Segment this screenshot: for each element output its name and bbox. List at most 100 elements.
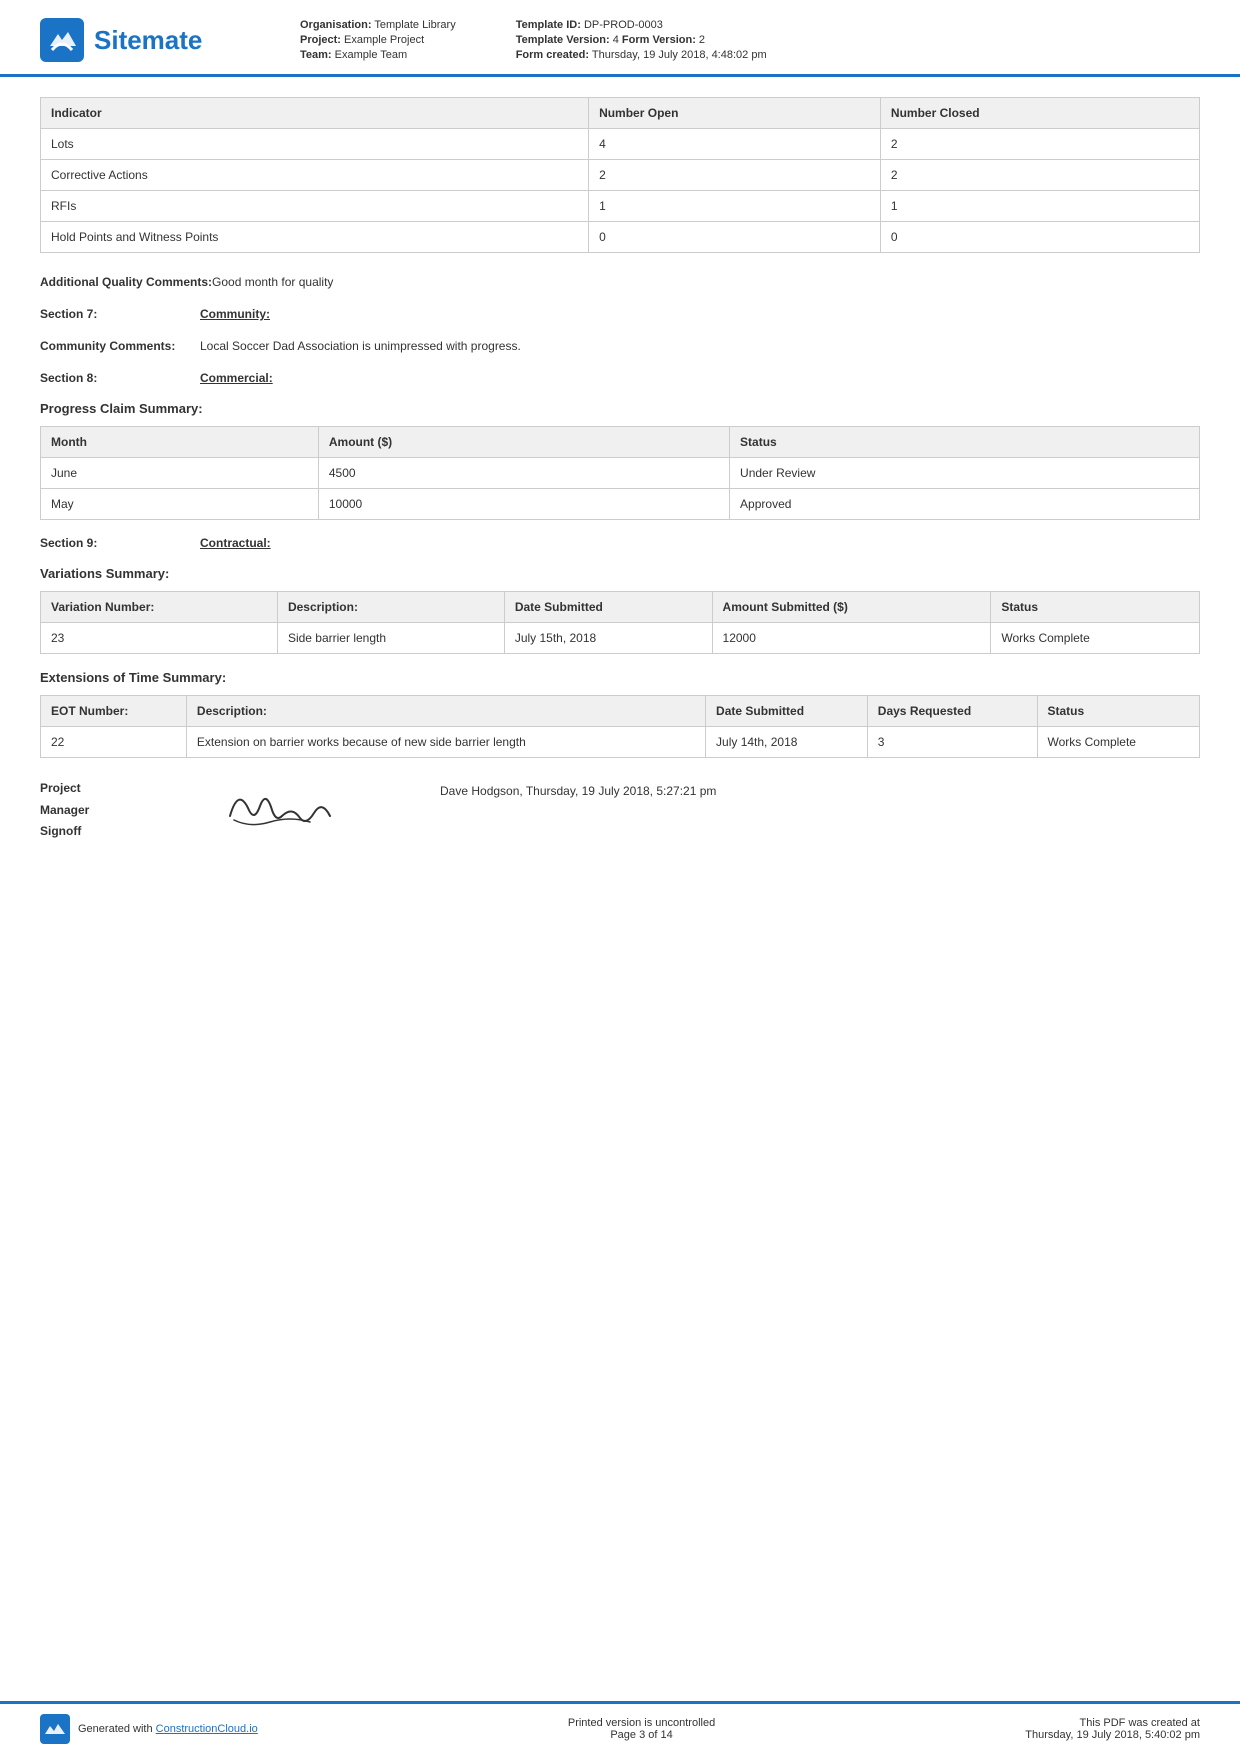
var-number-cell: 23 — [41, 623, 278, 654]
open-cell: 1 — [589, 191, 881, 222]
table-row: 22 Extension on barrier works because of… — [41, 727, 1200, 758]
open-cell: 2 — [589, 160, 881, 191]
closed-cell: 0 — [880, 222, 1199, 253]
sitemate-logo-icon — [40, 18, 84, 62]
footer-page-number: Page 3 of 14 — [568, 1729, 715, 1741]
variations-table: Variation Number: Description: Date Subm… — [40, 591, 1200, 654]
table-row: 23 Side barrier length July 15th, 2018 1… — [41, 623, 1200, 654]
col-number-open: Number Open — [589, 98, 881, 129]
main-content: Indicator Number Open Number Closed Lots… — [0, 77, 1240, 923]
eot-status-cell: Works Complete — [1037, 727, 1200, 758]
footer-generated-text: Generated with ConstructionCloud.io — [78, 1723, 258, 1735]
footer-logo: Generated with ConstructionCloud.io — [40, 1714, 258, 1744]
eot-table: EOT Number: Description: Date Submitted … — [40, 695, 1200, 758]
logo-text: Sitemate — [94, 25, 202, 56]
signoff-meta: Dave Hodgson, Thursday, 19 July 2018, 5:… — [440, 778, 716, 798]
status-cell: Approved — [730, 489, 1200, 520]
signature-svg — [220, 778, 340, 833]
col-number-closed: Number Closed — [880, 98, 1199, 129]
page-header: Sitemate Organisation: Template Library … — [0, 0, 1240, 77]
var-date-cell: July 15th, 2018 — [504, 623, 712, 654]
logo-area: Sitemate — [40, 18, 300, 62]
eot-title: Extensions of Time Summary: — [40, 670, 1200, 685]
open-cell: 4 — [589, 129, 881, 160]
section8-title: Commercial: — [200, 371, 273, 385]
section9-label: Section 9: — [40, 536, 200, 550]
var-desc-cell: Side barrier length — [277, 623, 504, 654]
table-row: June 4500 Under Review — [41, 458, 1200, 489]
pc-col-month: Month — [41, 427, 319, 458]
footer-uncontrolled: Printed version is uncontrolled — [568, 1717, 715, 1729]
var-status-cell: Works Complete — [991, 623, 1200, 654]
header-meta-left: Organisation: Template Library Project: … — [300, 19, 456, 61]
indicator-cell: Lots — [41, 129, 589, 160]
status-cell: Under Review — [730, 458, 1200, 489]
table-row: Hold Points and Witness Points 0 0 — [41, 222, 1200, 253]
var-col-number: Variation Number: — [41, 592, 278, 623]
eot-desc-cell: Extension on barrier works because of ne… — [186, 727, 705, 758]
var-col-description: Description: — [277, 592, 504, 623]
open-cell: 0 — [589, 222, 881, 253]
footer-logo-icon — [40, 1714, 70, 1744]
month-cell: June — [41, 458, 319, 489]
closed-cell: 1 — [880, 191, 1199, 222]
community-comments-row: Community Comments: Local Soccer Dad Ass… — [40, 337, 1200, 355]
section9-heading: Section 9: Contractual: — [40, 536, 1200, 550]
footer-pdf-date: Thursday, 19 July 2018, 5:40:02 pm — [1025, 1729, 1200, 1741]
month-cell: May — [41, 489, 319, 520]
form-created-field: Form created: Thursday, 19 July 2018, 4:… — [516, 49, 767, 61]
additional-quality-value: Good month for quality — [212, 273, 333, 291]
eot-col-status: Status — [1037, 696, 1200, 727]
table-row: May 10000 Approved — [41, 489, 1200, 520]
indicator-cell: RFIs — [41, 191, 589, 222]
footer-pdf-label: This PDF was created at — [1025, 1717, 1200, 1729]
var-col-amount: Amount Submitted ($) — [712, 592, 991, 623]
eot-days-cell: 3 — [867, 727, 1037, 758]
template-version-field: Template Version: 4 Form Version: 2 — [516, 34, 767, 46]
closed-cell: 2 — [880, 160, 1199, 191]
eot-date-cell: July 14th, 2018 — [706, 727, 868, 758]
table-row: Corrective Actions 2 2 — [41, 160, 1200, 191]
page-footer: Generated with ConstructionCloud.io Prin… — [0, 1701, 1240, 1754]
progress-claim-table: Month Amount ($) Status June 4500 Under … — [40, 426, 1200, 520]
eot-col-number: EOT Number: — [41, 696, 187, 727]
additional-quality-row: Additional Quality Comments: Good month … — [40, 273, 1200, 291]
eot-col-days: Days Requested — [867, 696, 1037, 727]
section8-heading: Section 8: Commercial: — [40, 371, 1200, 385]
var-col-status: Status — [991, 592, 1200, 623]
community-comments-label: Community Comments: — [40, 337, 200, 355]
section7-heading: Section 7: Community: — [40, 307, 1200, 321]
pc-col-status: Status — [730, 427, 1200, 458]
table-row: Lots 4 2 — [41, 129, 1200, 160]
progress-claim-title: Progress Claim Summary: — [40, 401, 1200, 416]
template-id-field: Template ID: DP-PROD-0003 — [516, 19, 767, 31]
section7-title: Community: — [200, 307, 270, 321]
footer-right: This PDF was created at Thursday, 19 Jul… — [1025, 1717, 1200, 1741]
indicator-summary-table: Indicator Number Open Number Closed Lots… — [40, 97, 1200, 253]
footer-link[interactable]: ConstructionCloud.io — [156, 1723, 258, 1735]
signoff-label: Project Manager Signoff — [40, 778, 160, 843]
community-comments-value: Local Soccer Dad Association is unimpres… — [200, 337, 521, 355]
header-meta-right: Template ID: DP-PROD-0003 Template Versi… — [516, 19, 767, 61]
var-col-date: Date Submitted — [504, 592, 712, 623]
project-field: Project: Example Project — [300, 34, 456, 46]
table-row: RFIs 1 1 — [41, 191, 1200, 222]
eot-number-cell: 22 — [41, 727, 187, 758]
eot-col-description: Description: — [186, 696, 705, 727]
col-indicator: Indicator — [41, 98, 589, 129]
indicator-cell: Hold Points and Witness Points — [41, 222, 589, 253]
section9-title: Contractual: — [200, 536, 271, 550]
section7-label: Section 7: — [40, 307, 200, 321]
section8-label: Section 8: — [40, 371, 200, 385]
team-field: Team: Example Team — [300, 49, 456, 61]
eot-col-date: Date Submitted — [706, 696, 868, 727]
pc-col-amount: Amount ($) — [318, 427, 729, 458]
org-field: Organisation: Template Library — [300, 19, 456, 31]
signature-image — [220, 778, 380, 836]
header-meta: Organisation: Template Library Project: … — [300, 19, 1200, 61]
closed-cell: 2 — [880, 129, 1199, 160]
variations-title: Variations Summary: — [40, 566, 1200, 581]
additional-quality-label: Additional Quality Comments: — [40, 273, 212, 291]
amount-cell: 10000 — [318, 489, 729, 520]
amount-cell: 4500 — [318, 458, 729, 489]
